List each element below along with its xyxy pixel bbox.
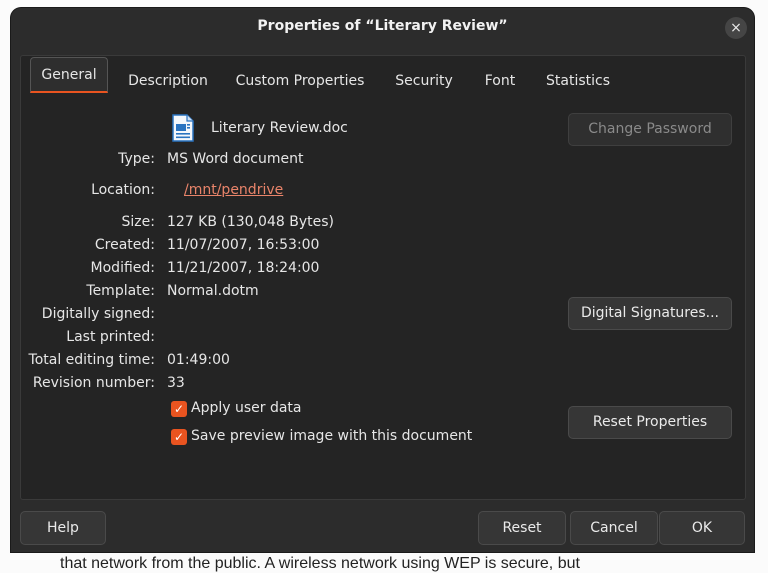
modified-value: 11/21/2007, 18:24:00 xyxy=(167,260,320,276)
created-value: 11/07/2007, 16:53:00 xyxy=(167,237,320,253)
tab-custom-properties[interactable]: Custom Properties xyxy=(229,65,371,91)
close-button[interactable]: × xyxy=(725,17,747,39)
location-label: Location: xyxy=(91,182,155,198)
type-value: MS Word document xyxy=(167,151,304,167)
apply-user-data-label[interactable]: Apply user data xyxy=(191,400,302,416)
modified-label: Modified: xyxy=(90,260,155,276)
background-document-text: that network from the public. A wireless… xyxy=(60,555,580,572)
location-link[interactable]: /mnt/pendrive xyxy=(184,182,283,198)
properties-dialog: Properties of “Literary Review” × Genera… xyxy=(11,8,754,552)
reset-button[interactable]: Reset xyxy=(478,511,566,545)
reset-properties-button[interactable]: Reset Properties xyxy=(568,406,732,439)
tab-panel: General Description Custom Properties Se… xyxy=(20,55,746,500)
cancel-button[interactable]: Cancel xyxy=(570,511,658,545)
tab-bar: General Description Custom Properties Se… xyxy=(21,56,745,96)
ok-button[interactable]: OK xyxy=(659,511,745,545)
digital-signatures-button[interactable]: Digital Signatures... xyxy=(568,297,732,330)
change-password-button[interactable]: Change Password xyxy=(568,113,732,146)
tab-description[interactable]: Description xyxy=(125,65,211,91)
tab-statistics[interactable]: Statistics xyxy=(539,65,617,91)
digitally-signed-label: Digitally signed: xyxy=(41,306,155,322)
tab-general[interactable]: General xyxy=(30,57,108,93)
checkmark-icon: ✓ xyxy=(173,430,185,444)
help-button[interactable]: Help xyxy=(20,511,106,545)
checkmark-icon: ✓ xyxy=(173,402,185,416)
close-icon: × xyxy=(730,20,742,36)
document-icon xyxy=(172,114,194,146)
size-label: Size: xyxy=(121,214,155,230)
type-label: Type: xyxy=(118,151,155,167)
template-value: Normal.dotm xyxy=(167,283,259,299)
revision-number-label: Revision number: xyxy=(32,375,155,391)
total-editing-time-label: Total editing time: xyxy=(28,352,155,368)
template-label: Template: xyxy=(86,283,155,299)
apply-user-data-checkbox[interactable]: ✓ xyxy=(171,401,187,417)
created-label: Created: xyxy=(94,237,155,253)
last-printed-label: Last printed: xyxy=(66,329,155,345)
tab-font[interactable]: Font xyxy=(476,65,524,91)
tab-security[interactable]: Security xyxy=(389,65,459,91)
save-preview-label[interactable]: Save preview image with this document xyxy=(191,428,472,444)
total-editing-time-value: 01:49:00 xyxy=(167,352,230,368)
save-preview-checkbox[interactable]: ✓ xyxy=(171,429,187,445)
size-value: 127 KB (130,048 Bytes) xyxy=(167,214,334,230)
revision-number-value: 33 xyxy=(167,375,185,391)
file-name: Literary Review.doc xyxy=(211,120,348,136)
dialog-title: Properties of “Literary Review” xyxy=(257,18,508,34)
title-bar[interactable]: Properties of “Literary Review” × xyxy=(11,8,754,46)
